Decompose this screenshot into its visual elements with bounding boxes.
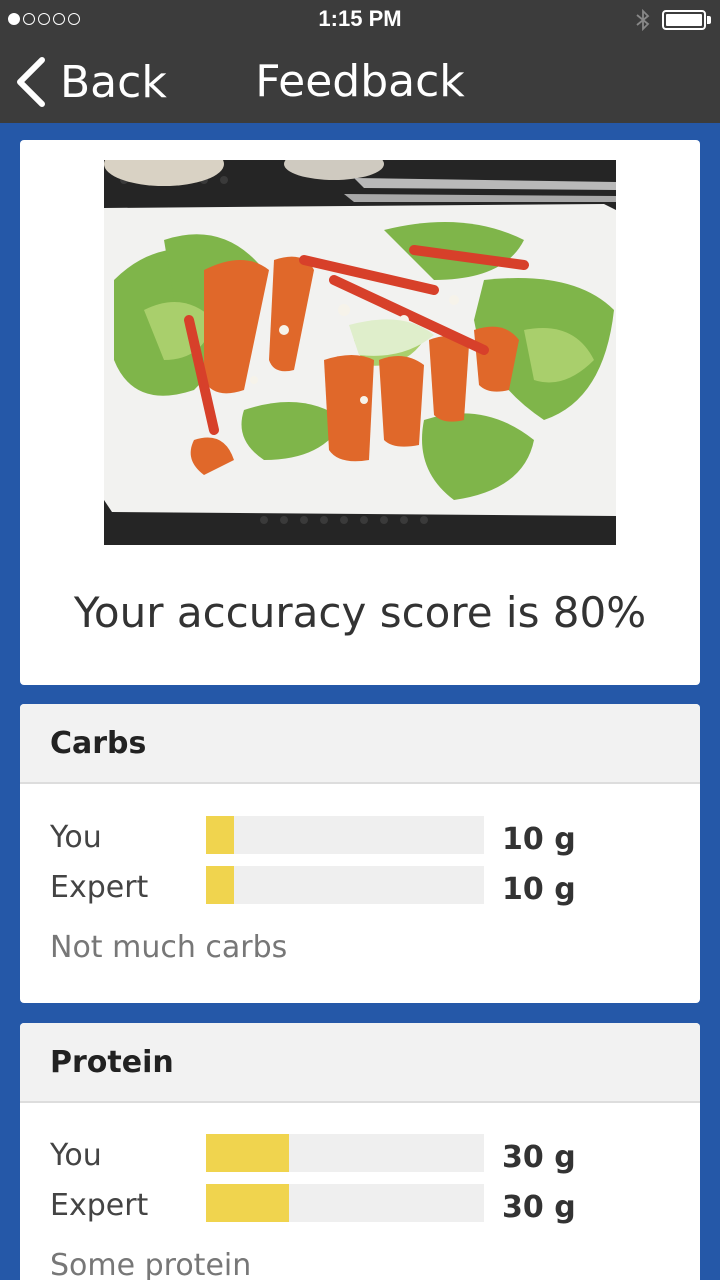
meal-photo bbox=[104, 160, 616, 545]
row-label: Expert bbox=[50, 870, 149, 905]
nutrient-note: Not much carbs bbox=[50, 930, 288, 965]
status-time: 1:15 PM bbox=[318, 6, 402, 31]
page-title: Feedback bbox=[255, 56, 465, 107]
nutrient-row-you: You 30 g bbox=[50, 1134, 670, 1175]
bar-track bbox=[206, 1184, 484, 1222]
battery-tip bbox=[707, 16, 711, 24]
expert-bar bbox=[206, 866, 234, 904]
accuracy-score: Your accuracy score is 80% bbox=[73, 588, 647, 637]
nutrient-row-you: You 10 g bbox=[50, 816, 670, 857]
nutrient-row-expert: Expert 10 g bbox=[50, 866, 670, 907]
salad-image bbox=[104, 160, 616, 545]
meal-photo-card: Your accuracy score is 80% bbox=[20, 140, 700, 685]
row-label: Expert bbox=[50, 1188, 149, 1223]
battery-level bbox=[666, 14, 702, 26]
row-label: You bbox=[50, 820, 102, 855]
nutrient-card-carbs: Carbs You 10 g Expert 10 g Not much carb… bbox=[20, 704, 700, 1003]
row-value: 10 g bbox=[502, 872, 576, 907]
nutrient-card-protein: Protein You 30 g Expert 30 g Some protei… bbox=[20, 1023, 700, 1280]
row-value: 30 g bbox=[502, 1140, 576, 1175]
nutrient-card-title: Protein bbox=[20, 1023, 700, 1103]
status-bar: 1:15 PM bbox=[0, 0, 720, 40]
nutrient-note: Some protein bbox=[50, 1248, 252, 1280]
row-value: 30 g bbox=[502, 1190, 576, 1225]
bar-track bbox=[206, 866, 484, 904]
row-label: You bbox=[50, 1138, 102, 1173]
row-value: 10 g bbox=[502, 822, 576, 857]
expert-bar bbox=[206, 1184, 290, 1222]
nutrient-card-title: Carbs bbox=[20, 704, 700, 784]
nutrient-row-expert: Expert 30 g bbox=[50, 1184, 670, 1225]
bar-track bbox=[206, 816, 484, 854]
bluetooth-icon bbox=[636, 8, 650, 32]
you-bar bbox=[206, 1134, 290, 1172]
navigation-bar: Back Feedback bbox=[0, 40, 720, 123]
you-bar bbox=[206, 816, 234, 854]
bar-track bbox=[206, 1134, 484, 1172]
battery-icon bbox=[662, 10, 706, 30]
